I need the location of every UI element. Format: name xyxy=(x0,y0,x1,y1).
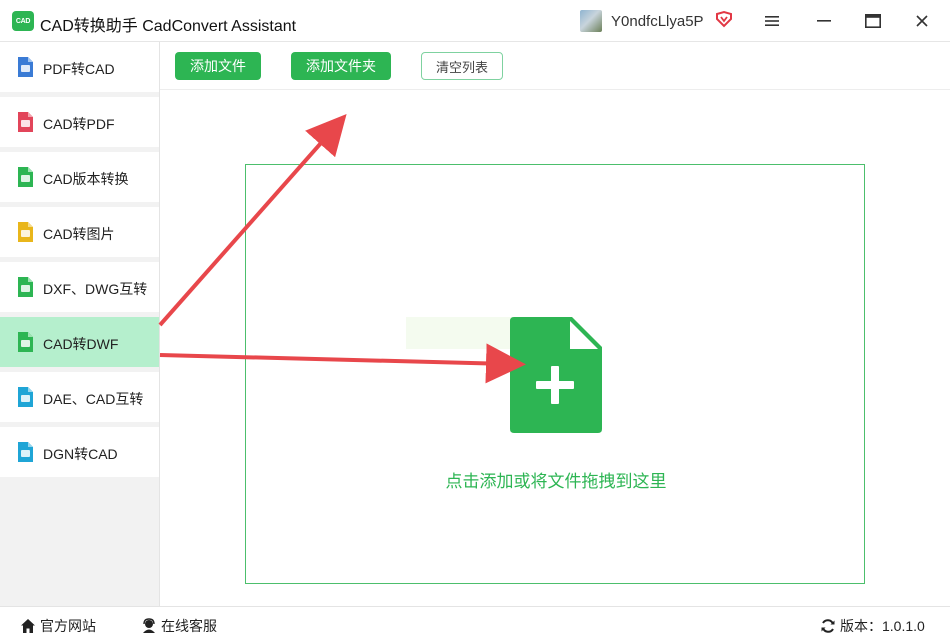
service-label: 在线客服 xyxy=(161,618,217,634)
cad-to-image-icon xyxy=(18,222,33,242)
avatar[interactable] xyxy=(580,10,602,32)
sidebar-item-label: CAD版本转换 xyxy=(43,171,129,187)
maximize-icon xyxy=(865,14,881,28)
menu-button[interactable] xyxy=(758,8,786,34)
website-label: 官方网站 xyxy=(40,618,96,634)
sidebar: PDF转CAD CAD转PDF CAD版本转换 CAD转图片 DXF、DWG互转… xyxy=(0,42,160,606)
app-logo: CAD xyxy=(12,11,34,31)
sidebar-item-label: CAD转DWF xyxy=(43,336,119,352)
sidebar-item-dxf-dwg[interactable]: DXF、DWG互转 xyxy=(0,262,159,312)
user-name[interactable]: Y0ndfcLlya5P xyxy=(611,13,704,30)
website-link[interactable]: 官方网站 xyxy=(20,616,96,636)
cad-to-pdf-icon xyxy=(18,112,33,132)
cad-version-icon xyxy=(18,167,33,187)
dgn-to-cad-icon xyxy=(18,442,33,462)
sidebar-item-label: DAE、CAD互转 xyxy=(43,391,144,407)
home-icon xyxy=(21,619,35,633)
sidebar-item-pdf-to-cad[interactable]: PDF转CAD xyxy=(0,42,159,92)
sidebar-item-cad-to-dwf[interactable]: CAD转DWF xyxy=(0,317,159,367)
dxf-dwg-icon xyxy=(18,277,33,297)
close-icon xyxy=(916,15,928,27)
file-drop-zone[interactable]: 点击添加或将文件拖拽到这里 xyxy=(245,164,865,584)
sidebar-item-label: DGN转CAD xyxy=(43,446,118,462)
version-info[interactable]: 版本：1.0.1.0 xyxy=(820,616,925,636)
title-bar: CAD CAD转换助手 CadConvert Assistant Y0ndfcL… xyxy=(0,0,950,42)
cad-to-dwf-icon xyxy=(18,332,33,352)
sidebar-item-dae-cad[interactable]: DAE、CAD互转 xyxy=(0,372,159,422)
minimize-icon xyxy=(817,20,831,22)
refresh-icon xyxy=(821,619,835,633)
pdf-to-cad-icon xyxy=(18,57,33,77)
toolbar: 添加文件 添加文件夹 清空列表 xyxy=(160,42,950,90)
support-agent-icon xyxy=(143,618,155,633)
drag-ghost xyxy=(406,317,516,349)
maximize-button[interactable] xyxy=(859,8,887,34)
version-label: 版本：1.0.1.0 xyxy=(840,618,925,634)
close-button[interactable] xyxy=(908,8,936,34)
sidebar-item-label: CAD转PDF xyxy=(43,116,115,132)
clear-list-button[interactable]: 清空列表 xyxy=(421,52,503,80)
file-add-icon[interactable] xyxy=(510,317,602,433)
sidebar-item-cad-to-pdf[interactable]: CAD转PDF xyxy=(0,97,159,147)
sidebar-item-cad-to-image[interactable]: CAD转图片 xyxy=(0,207,159,257)
menu-icon xyxy=(765,16,779,26)
online-service-link[interactable]: 在线客服 xyxy=(141,616,217,636)
add-folder-button[interactable]: 添加文件夹 xyxy=(291,52,391,80)
status-bar: 官方网站 在线客服 版本：1.0.1.0 xyxy=(0,606,950,640)
add-file-button[interactable]: 添加文件 xyxy=(175,52,261,80)
app-title: CAD转换助手 CadConvert Assistant xyxy=(40,18,297,35)
sidebar-item-label: PDF转CAD xyxy=(43,61,115,77)
minimize-button[interactable] xyxy=(810,8,838,34)
dae-cad-icon xyxy=(18,387,33,407)
vip-icon[interactable] xyxy=(715,10,733,28)
sidebar-item-cad-version[interactable]: CAD版本转换 xyxy=(0,152,159,202)
drop-hint: 点击添加或将文件拖拽到这里 xyxy=(445,472,667,491)
sidebar-item-dgn-to-cad[interactable]: DGN转CAD xyxy=(0,427,159,477)
sidebar-item-label: DXF、DWG互转 xyxy=(43,281,148,297)
sidebar-item-label: CAD转图片 xyxy=(43,226,115,242)
